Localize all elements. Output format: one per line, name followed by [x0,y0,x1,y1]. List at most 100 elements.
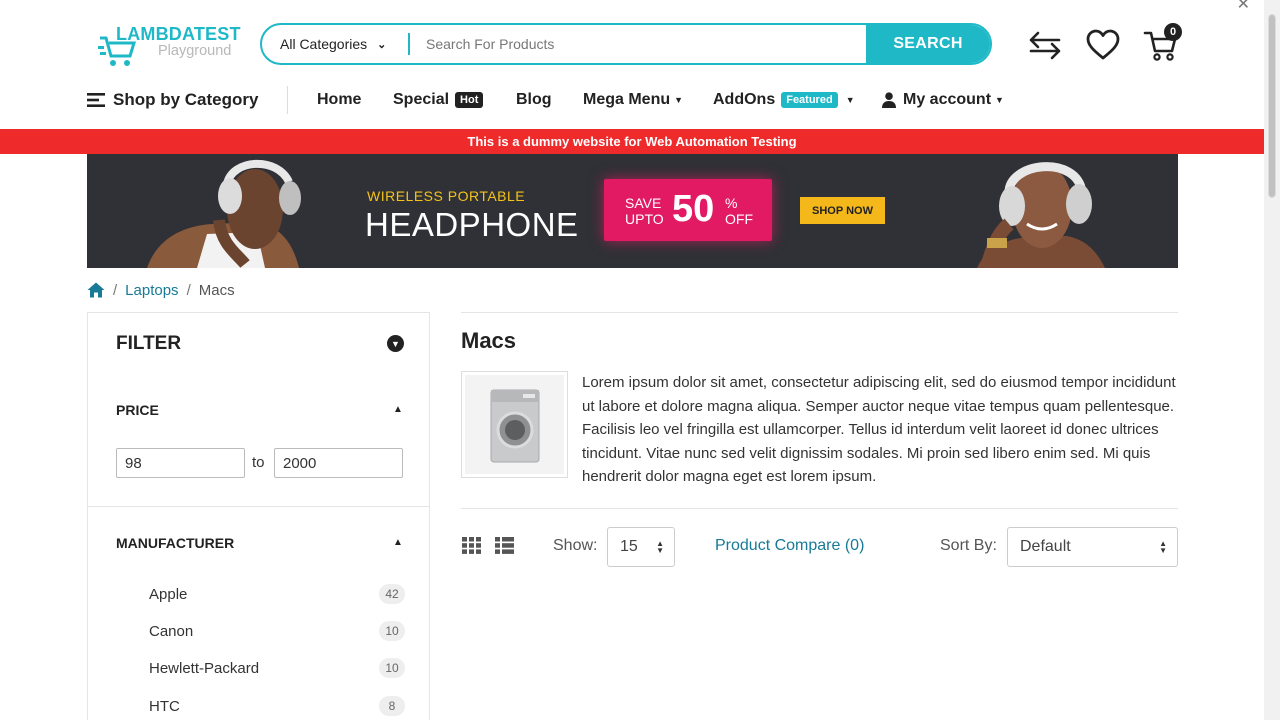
logo-name: LAMBDATEST [116,24,241,44]
cart-count-badge: 0 [1164,23,1182,41]
sort-select[interactable]: Default ▲ ▼ [1007,527,1178,567]
search-input[interactable] [426,25,866,63]
show-label: Show: [553,537,598,554]
shop-by-category-button[interactable]: Shop by Category [87,84,258,116]
shop-now-button[interactable]: SHOP NOW [800,197,885,224]
washing-machine-image [490,389,540,463]
product-compare-link[interactable]: Product Compare (0) [715,537,864,555]
nav-my-account-label: My account [903,91,992,108]
menu-icon [87,93,105,107]
show-count-value: 15 [620,538,638,555]
nav-mega-menu-label: Mega Menu [583,91,671,108]
logo-sub: Playground [158,43,232,59]
compare-icon[interactable] [1026,26,1064,64]
sale-upto: UPTO [625,211,664,227]
sale-off: OFF [725,211,753,227]
manufacturer-item-canon[interactable]: Canon 10 [149,619,405,643]
price-min-input[interactable] [116,448,245,478]
nav-blog[interactable]: Blog [516,84,552,116]
hot-badge: Hot [455,92,484,108]
select-arrows-icon: ▲ ▼ [1159,539,1167,555]
sale-percent: 50 [672,188,715,230]
manufacturer-item-htc[interactable]: HTC 8 [149,694,405,718]
banner-person-right-image [977,162,1105,268]
sale-badge: SAVE UPTO 50 % OFF [604,179,772,241]
category-select[interactable]: All Categories ⌄ [262,25,410,63]
nav-addons-label: AddOns [713,91,776,108]
breadcrumb-current: Macs [198,281,235,299]
select-arrows-icon: ▲ ▼ [656,539,664,555]
promo-banner[interactable]: WIRELESS PORTABLE HEADPHONE SAVE UPTO 50… [87,154,1178,268]
chevron-up-icon[interactable]: ▲ [393,404,403,415]
notice-bar: This is a dummy website for Web Automati… [0,129,1264,154]
nav-home-label: Home [317,91,362,108]
sale-pct-sign: % [725,195,738,211]
price-to-label: to [252,454,265,471]
banner-line1: WIRELESS PORTABLE [367,188,526,204]
page-title: Macs [461,328,517,353]
nav-addons[interactable]: AddOns Featured ▼ [713,84,855,116]
user-icon [882,92,896,108]
grid-view-icon[interactable] [462,537,481,554]
caret-down-icon: ▼ [845,95,855,105]
breadcrumb-separator: / [113,281,118,299]
search-bar: All Categories ⌄ SEARCH [260,23,992,65]
manufacturer-name: HTC [149,697,180,715]
sort-label: Sort By: [940,537,997,554]
manufacturer-count: 42 [379,584,405,604]
manufacturer-item-apple[interactable]: Apple 42 [149,582,405,606]
featured-badge: Featured [781,92,838,108]
wishlist-heart-icon[interactable] [1084,26,1122,64]
scrollbar-thumb[interactable] [1268,14,1276,198]
nav-my-account[interactable]: My account ▼ [882,84,1004,116]
price-heading[interactable]: PRICE [116,402,159,418]
sort-value: Default [1020,538,1071,555]
page-scrollbar[interactable] [1264,0,1280,720]
close-icon[interactable]: ✕ [1237,0,1250,14]
nav-mega-menu[interactable]: Mega Menu ▼ [583,84,683,116]
manufacturer-name: Apple [149,585,188,603]
filter-title: FILTER [116,333,182,354]
chevron-down-circle-icon[interactable]: ▼ [387,335,404,352]
category-image [461,371,568,478]
nav-blog-label: Blog [516,91,552,108]
banner-line2: HEADPHONE [365,206,579,243]
price-max-input[interactable] [274,448,403,478]
manufacturer-count: 10 [379,621,405,641]
filter-panel: FILTER ▼ PRICE ▲ to MANUFACTURER ▲ Apple… [87,312,430,720]
chevron-down-icon: ⌄ [377,38,387,51]
shop-by-category-label: Shop by Category [113,90,259,109]
category-select-label: All Categories [280,36,368,52]
caret-down-icon: ▼ [995,95,1004,105]
manufacturer-count: 8 [379,696,405,716]
manufacturer-name: Hewlett-Packard [149,659,260,677]
notice-text: This is a dummy website for Web Automati… [467,134,797,149]
manufacturer-item-hewlett-packard[interactable]: Hewlett-Packard 10 [149,656,405,680]
manufacturer-count: 10 [379,658,405,678]
breadcrumb-laptops[interactable]: Laptops [125,282,178,299]
sale-save: SAVE [625,195,662,211]
nav-home[interactable]: Home [317,84,361,116]
banner-person-left-image [147,159,301,268]
search-divider [408,33,410,55]
nav-special-label: Special [393,91,450,108]
site-logo[interactable]: LAMBDATEST Playground [98,24,243,70]
nav-special[interactable]: Special Hot [393,84,484,116]
search-button[interactable]: SEARCH [866,25,990,63]
list-view-icon[interactable] [495,537,514,554]
home-icon[interactable] [87,282,105,298]
caret-down-icon: ▼ [674,95,684,105]
manufacturer-heading[interactable]: MANUFACTURER [116,535,234,551]
chevron-up-icon[interactable]: ▲ [393,537,403,548]
nav-divider [287,86,288,114]
category-description: Lorem ipsum dolor sit amet, consectetur … [582,374,1176,485]
manufacturer-name: Canon [149,622,194,640]
main-nav: Shop by Category Home Special Hot Blog M… [87,84,1017,116]
breadcrumb: / Laptops / Macs [87,280,235,300]
toolbar-divider [461,508,1178,509]
content-divider [461,312,1178,313]
filter-divider [88,506,429,507]
breadcrumb-separator: / [186,281,191,299]
show-count-select[interactable]: 15 ▲ ▼ [607,527,675,567]
cart-icon[interactable]: 0 [1142,23,1182,64]
